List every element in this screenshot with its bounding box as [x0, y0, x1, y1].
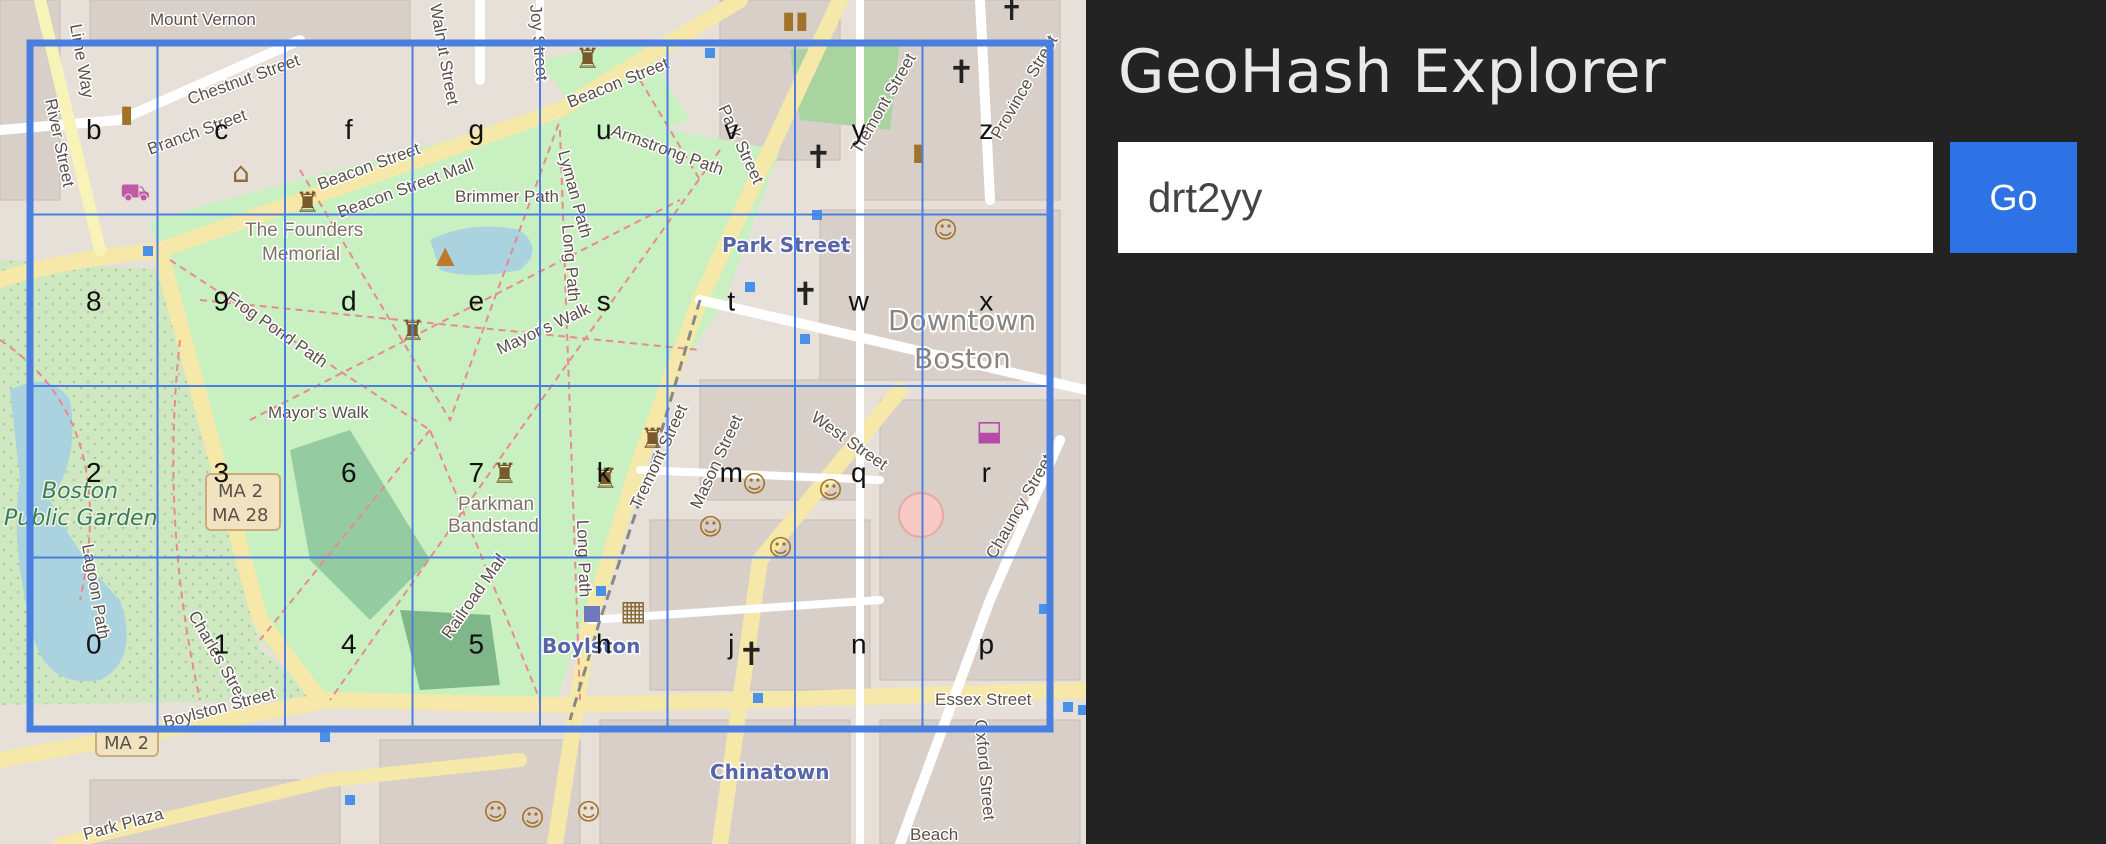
geohash-cell-label[interactable]: n [851, 628, 867, 659]
street-label-mount-vernon: Mount Vernon [150, 10, 256, 29]
bus-stop-icon [745, 282, 755, 292]
area-label-boston: Boston [914, 342, 1011, 375]
geohash-cell-label[interactable]: c [214, 114, 228, 145]
plaza-circle [898, 492, 944, 538]
church-icon: ✝ [948, 53, 975, 91]
geohash-cell-label[interactable]: 9 [213, 285, 229, 316]
place-label-founders-1: The Founders [245, 220, 363, 241]
subway-station-icon [584, 606, 600, 622]
geohash-cell-label[interactable]: z [979, 114, 993, 145]
route-shield-label-ma2-bottom: MA 2 [104, 733, 149, 754]
geohash-cell-label[interactable]: e [468, 285, 484, 316]
geohash-cell-label[interactable]: 3 [213, 457, 229, 488]
geohash-cell-label[interactable]: x [979, 285, 993, 316]
street-label-mayors-walk-2: Mayor's Walk [268, 403, 369, 422]
geohash-cell-label[interactable]: 8 [86, 285, 102, 316]
app-title: GeoHash Explorer [1118, 37, 1667, 107]
church-icon: ✝ [1000, 0, 1023, 27]
street-label-essex: Essex Street [935, 690, 1032, 709]
geohash-cell-label[interactable]: b [86, 114, 102, 145]
bus-stop-icon [753, 693, 763, 703]
geohash-cell-label[interactable]: d [341, 285, 357, 316]
go-button[interactable]: Go [1950, 142, 2077, 253]
geohash-cell-label[interactable]: w [848, 285, 870, 316]
transit-label-park-street: Park Street [722, 233, 851, 257]
geohash-cell-label[interactable]: 1 [213, 628, 229, 659]
geohash-cell-label[interactable]: p [978, 628, 994, 659]
geohash-cell-label[interactable]: 2 [86, 457, 102, 488]
bus-stop-icon [596, 586, 606, 596]
theatre-icon: ☺ [483, 798, 508, 826]
area-label-downtown: Downtown [888, 304, 1036, 337]
library-icon: ▮▮ [782, 6, 808, 34]
geohash-cell-label[interactable]: y [852, 114, 866, 145]
church-icon: ✝ [792, 275, 819, 313]
map-view[interactable]: Mount Vernon Lime Way Chestnut Street Wa… [0, 0, 1086, 844]
geohash-cell-label[interactable]: u [596, 114, 612, 145]
theatre-icon: ☺ [818, 476, 843, 504]
library-icon: ▮ [120, 100, 133, 128]
geohash-cell-label[interactable]: v [724, 114, 738, 145]
geohash-cell-label[interactable]: 4 [341, 628, 357, 659]
geohash-cell-label[interactable]: 7 [468, 457, 484, 488]
bus-stop-icon [1078, 705, 1086, 715]
cinema-icon: ▦ [620, 594, 646, 627]
transit-label-boylston: Boylston [542, 634, 640, 658]
shop-icon: ⛟ [120, 178, 150, 206]
geohash-cell-label[interactable]: 0 [86, 628, 102, 659]
church-icon: ✝ [738, 635, 765, 673]
monument-icon: ♜ [492, 457, 517, 490]
gift-shop-icon: ⬓ [976, 414, 1002, 447]
street-label-beach: Beach [910, 825, 958, 844]
bus-stop-icon [705, 48, 715, 58]
theatre-icon: ☺ [933, 216, 958, 244]
geohash-input[interactable] [1118, 142, 1933, 253]
bus-stop-icon [320, 732, 330, 742]
bus-stop-icon [345, 795, 355, 805]
theatre-icon: ☺ [742, 470, 767, 498]
peak-icon: ▲ [436, 241, 455, 269]
street-label-brimmer-path: Brimmer Path [455, 187, 559, 206]
monument-icon: ♜ [575, 42, 600, 75]
geohash-cell-label[interactable]: h [596, 628, 612, 659]
bus-stop-icon [800, 334, 810, 344]
map-canvas[interactable]: Mount Vernon Lime Way Chestnut Street Wa… [0, 0, 1086, 844]
geohash-cell-label[interactable]: r [982, 457, 991, 488]
geohash-cell-label[interactable]: m [720, 457, 743, 488]
bus-stop-icon [1063, 702, 1073, 712]
geohash-cell-label[interactable]: k [597, 457, 612, 488]
geohash-cell-label[interactable]: q [851, 457, 867, 488]
museum-icon: ⌂ [232, 156, 250, 189]
geohash-cell-label[interactable]: s [597, 285, 611, 316]
transit-label-chinatown: Chinatown [710, 760, 830, 784]
geohash-cell-label[interactable]: 5 [468, 628, 484, 659]
geohash-cell-label[interactable]: g [468, 114, 484, 145]
theatre-icon: ☺ [520, 804, 545, 832]
geohash-cell-label[interactable]: t [727, 285, 735, 316]
street-label-long-path-2: Long Path [573, 519, 595, 597]
geohash-cell-label[interactable]: j [727, 628, 734, 659]
bus-stop-icon [143, 246, 153, 256]
place-label-founders-2: Memorial [262, 244, 340, 265]
geohash-cell-label[interactable]: 6 [341, 457, 357, 488]
church-icon: ✝ [805, 138, 832, 176]
park-label-boston: Boston [42, 479, 118, 504]
geohash-cell-label[interactable]: f [345, 114, 353, 145]
route-shield-label-ma28: MA 28 [212, 505, 268, 526]
theatre-icon: ☺ [576, 798, 601, 826]
place-label-parkman: Parkman [458, 494, 534, 515]
theatre-icon: ☺ [698, 513, 723, 541]
monument-icon: ♜ [640, 422, 665, 455]
place-label-bandstand: Bandstand [448, 516, 539, 537]
